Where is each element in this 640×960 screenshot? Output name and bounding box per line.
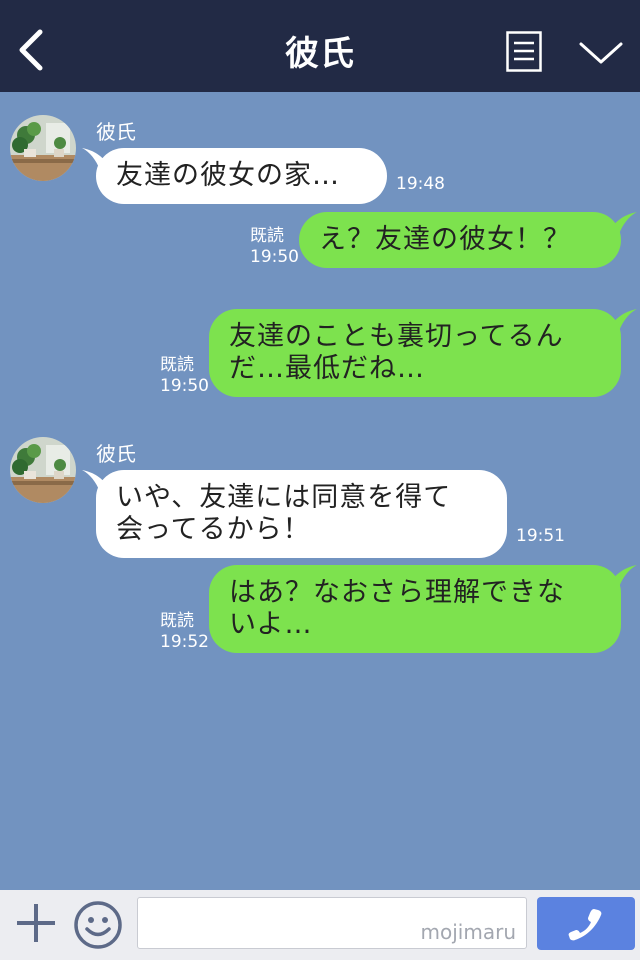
message-text: え？友達の彼女！？ xyxy=(319,224,571,255)
message-meta: 既読 19:50 xyxy=(250,226,299,268)
message-time: 19:48 xyxy=(396,174,445,194)
message-meta: 19:51 xyxy=(516,526,565,547)
add-button[interactable] xyxy=(14,901,58,945)
watermark: mojimaru xyxy=(420,920,516,944)
sender-name: 彼氏 xyxy=(96,442,136,466)
message-time: 19:52 xyxy=(160,632,209,652)
read-status: 既読 xyxy=(160,355,194,375)
message-text: 友達の彼女の家… xyxy=(116,160,340,191)
plant-avatar xyxy=(10,437,76,503)
notes-icon xyxy=(506,31,542,72)
chevron-down-icon xyxy=(579,42,623,64)
smiley-icon xyxy=(74,901,122,949)
message-text: はあ？なおさら理解できな いよ… xyxy=(229,577,565,640)
plant-avatar xyxy=(10,115,76,181)
message-meta: 既読 19:52 xyxy=(160,611,209,653)
sender-name: 彼氏 xyxy=(96,120,136,144)
chat-area[interactable]: 彼氏 友達の彼女の家… 19:48 既読 19:50 え？友達の彼女！？ 既読 … xyxy=(0,92,640,890)
message-bubble-outgoing[interactable]: はあ？なおさら理解できな いよ… xyxy=(209,565,637,653)
message-meta: 19:48 xyxy=(396,174,445,195)
message-time: 19:50 xyxy=(250,247,299,267)
message-text: 友達のことも裏切ってるん だ…最低だね… xyxy=(229,321,564,384)
avatar[interactable] xyxy=(10,115,76,181)
message-bubble-incoming[interactable]: いや、友達には同意を得て 会ってるから！ xyxy=(82,470,507,558)
chat-header: 彼氏 xyxy=(0,0,640,92)
call-button[interactable] xyxy=(537,897,635,950)
message-bubble-outgoing[interactable]: 友達のことも裏切ってるん だ…最低だね… xyxy=(209,309,637,397)
dropdown-button[interactable] xyxy=(578,36,624,68)
message-meta: 既読 19:50 xyxy=(160,355,209,397)
message-time: 19:50 xyxy=(160,376,209,396)
phone-icon xyxy=(568,909,602,941)
message-bubble-incoming[interactable]: 友達の彼女の家… xyxy=(82,148,387,204)
notes-button[interactable] xyxy=(506,31,542,72)
read-status: 既読 xyxy=(250,226,284,246)
chat-title: 彼氏 xyxy=(285,34,355,74)
plus-icon xyxy=(17,904,55,942)
message-text: いや、友達には同意を得て 会ってるから！ xyxy=(116,482,452,545)
avatar[interactable] xyxy=(10,437,76,503)
message-time: 19:51 xyxy=(516,526,565,546)
read-status: 既読 xyxy=(160,611,194,631)
message-input[interactable]: mojimaru xyxy=(137,897,527,949)
emoji-button[interactable] xyxy=(73,900,123,950)
message-bubble-outgoing[interactable]: え？友達の彼女！？ xyxy=(299,212,637,268)
